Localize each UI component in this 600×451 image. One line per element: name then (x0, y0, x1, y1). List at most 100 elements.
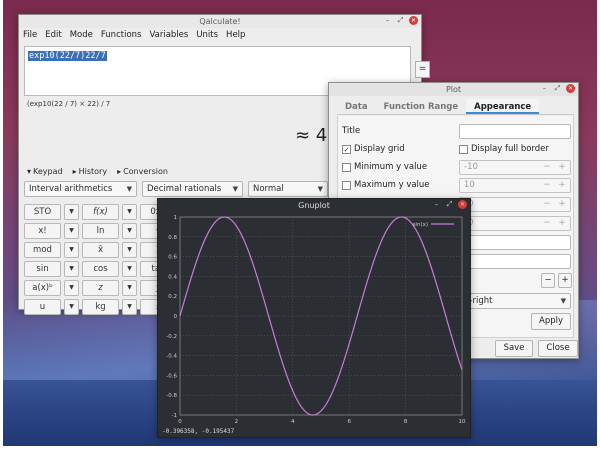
key-dropdown[interactable]: ▼ (122, 280, 137, 296)
min-y-label: Minimum y value (354, 162, 428, 172)
minus-icon[interactable]: − (540, 217, 554, 230)
key-dropdown[interactable]: ▼ (64, 280, 79, 296)
conversion-label: Conversion (123, 167, 168, 176)
triangle-right-icon: ▸ (72, 167, 77, 176)
close-icon[interactable]: ✕ (566, 84, 575, 93)
display-grid-checkbox[interactable]: ✓ Display grid (342, 144, 405, 154)
text-field[interactable] (459, 254, 571, 269)
key-dropdown[interactable]: ▼ (122, 204, 137, 220)
tab-data[interactable]: Data (337, 99, 376, 114)
expression-text: exp10(22/7)22/7 (28, 51, 107, 61)
menu-mode[interactable]: Mode (70, 30, 93, 40)
equals-button[interactable]: = (415, 61, 430, 78)
key-mod[interactable]: mod (24, 242, 61, 258)
plus-icon[interactable]: + (555, 179, 569, 192)
combo-label: Decimal rationals (147, 184, 222, 194)
plot-tabs: Data Function Range Appearance (337, 99, 574, 115)
interval-combo[interactable]: Interval arithmetics ▼ (24, 181, 137, 197)
plot-titlebar[interactable]: Plot – ⤢ ✕ (329, 83, 578, 96)
key-dropdown[interactable]: ▼ (64, 223, 79, 239)
plus-button[interactable]: + (558, 273, 572, 288)
menu-edit[interactable]: Edit (45, 30, 61, 40)
minimize-icon[interactable]: – (383, 16, 392, 25)
menu-variables[interactable]: Variables (149, 30, 188, 40)
conversion-toggle[interactable]: ▸ Conversion (117, 167, 168, 176)
maximize-icon[interactable]: ⤢ (396, 16, 405, 25)
save-button[interactable]: Save (495, 340, 533, 357)
key-z[interactable]: z (82, 280, 119, 296)
close-icon[interactable]: ✕ (409, 16, 418, 25)
key-sto[interactable]: STO (24, 204, 61, 220)
close-icon[interactable]: ✕ (458, 200, 467, 209)
key-dropdown[interactable]: ▼ (122, 223, 137, 239)
maximize-icon[interactable]: ⤢ (445, 200, 454, 209)
plot-title-input[interactable] (459, 124, 571, 139)
key-dropdown[interactable]: ▼ (64, 299, 79, 315)
plus-icon[interactable]: + (555, 198, 569, 211)
plus-icon[interactable]: + (555, 161, 569, 174)
tab-function-range[interactable]: Function Range (376, 99, 467, 114)
menu-file[interactable]: File (23, 30, 37, 40)
spin-field[interactable]: 0 − + (459, 197, 571, 212)
key-fx[interactable]: f(x) (82, 204, 119, 220)
minus-icon[interactable]: − (540, 161, 554, 174)
key-dropdown[interactable]: ▼ (64, 204, 79, 220)
max-y-spin[interactable]: 10 − + (459, 178, 571, 193)
key-ln[interactable]: ln (82, 223, 119, 239)
key-power[interactable]: a(x)ᵇ (24, 280, 61, 296)
min-y-checkbox[interactable]: Minimum y value (342, 162, 427, 172)
key-dropdown[interactable]: ▼ (64, 242, 79, 258)
tab-appearance[interactable]: Appearance (466, 99, 540, 114)
legend-position-combo[interactable]: p-right ▼ (459, 293, 571, 309)
text-field[interactable] (459, 235, 571, 250)
sine-plot[interactable]: 10.80.60.40.20-0.2-0.4-0.6-0.8-10 2 4 6 8 10s… (158, 212, 470, 426)
minus-icon[interactable]: − (540, 198, 554, 211)
apply-button[interactable]: Apply (531, 313, 571, 330)
plus-icon[interactable]: + (555, 217, 569, 230)
full-border-checkbox[interactable]: Display full border (459, 144, 549, 154)
cursor-coordinates: -0.396358, -0.195437 (162, 428, 235, 435)
display-mode-combo[interactable]: Normal ▼ (248, 181, 328, 197)
combo-label: Normal (253, 184, 284, 194)
min-y-spin[interactable]: -10 − + (459, 160, 571, 175)
key-mean[interactable]: x̄ (82, 242, 119, 258)
mode-combos: Interval arithmetics ▼ Decimal rationals ▼… (24, 181, 328, 197)
y-tick-label: -0.6 (166, 373, 177, 379)
gnuplot-window: Gnuplot – ⤢ ✕ 1 0.8 0.6 0.4 0.2 0 -0.2 -0.4 -0.6… (157, 198, 471, 438)
key-dropdown[interactable]: ▼ (122, 242, 137, 258)
y-tick-label: 0.4 (168, 274, 177, 280)
key-dropdown[interactable]: ▼ (64, 261, 79, 277)
qalculate-titlebar[interactable]: Qalculate! – ⤢ ✕ (19, 15, 421, 28)
rationals-combo[interactable]: Decimal rationals ▼ (142, 181, 243, 197)
y-tick-label: -0.8 (166, 393, 177, 399)
maximize-icon[interactable]: ⤢ (553, 84, 562, 93)
screen-border (0, 446, 600, 451)
menu-units[interactable]: Units (196, 30, 218, 40)
keypad-label: Keypad (33, 167, 63, 176)
minimize-icon[interactable]: – (432, 200, 441, 209)
key-factorial[interactable]: x! (24, 223, 61, 239)
key-u[interactable]: u (24, 299, 61, 315)
key-sin[interactable]: sin (24, 261, 61, 277)
key-cos[interactable]: cos (82, 261, 119, 277)
display-grid-label: Display grid (354, 144, 405, 154)
keypad-toggle[interactable]: ▾ Keypad (27, 167, 63, 176)
menu-help[interactable]: Help (226, 30, 245, 40)
minus-button[interactable]: − (541, 273, 555, 288)
max-y-checkbox[interactable]: Maximum y value (342, 180, 430, 190)
chevron-down-icon: ▼ (317, 185, 323, 193)
minus-icon[interactable]: − (540, 179, 554, 192)
min-y-value: -10 (464, 162, 478, 172)
minimize-icon[interactable]: – (540, 84, 549, 93)
window-title: Gnuplot (298, 201, 330, 210)
spin-field[interactable]: 0 − + (459, 216, 571, 231)
max-y-label: Maximum y value (354, 180, 430, 190)
key-dropdown[interactable]: ▼ (122, 261, 137, 277)
key-dropdown[interactable]: ▼ (122, 299, 137, 315)
close-button[interactable]: Close (538, 340, 578, 357)
triangle-right-icon: ▸ (117, 167, 122, 176)
history-toggle[interactable]: ▸ History (73, 167, 107, 176)
gnuplot-titlebar[interactable]: Gnuplot – ⤢ ✕ (158, 199, 470, 212)
key-kg[interactable]: kg (82, 299, 119, 315)
menu-functions[interactable]: Functions (101, 30, 142, 40)
